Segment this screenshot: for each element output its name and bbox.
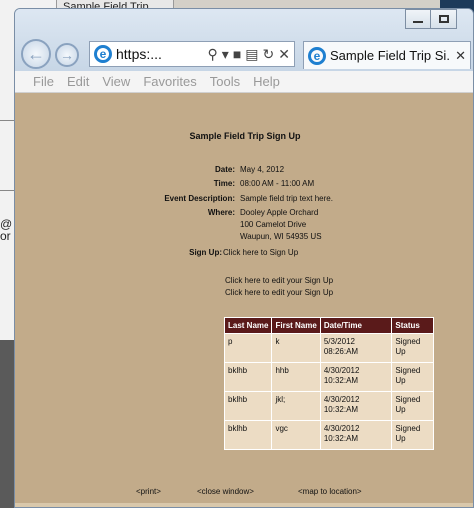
where-line-2: 100 Camelot Drive bbox=[240, 220, 307, 229]
page-bottom-band bbox=[15, 503, 473, 507]
cell-date-time: 5/3/2012 08:26:AM bbox=[319, 333, 393, 363]
date-row: Date: May 4, 2012 bbox=[15, 165, 473, 176]
restore-button[interactable] bbox=[431, 9, 457, 29]
page-title: Sample Field Trip Sign Up bbox=[189, 131, 301, 141]
stop-icon[interactable]: ✕ bbox=[278, 46, 290, 63]
signups-table: Last Name First Name Date/Time Status p … bbox=[223, 317, 434, 450]
dropdown-icon[interactable]: ▾ bbox=[222, 46, 229, 63]
back-button[interactable]: ← bbox=[21, 39, 51, 69]
where-label: Where: bbox=[207, 208, 235, 217]
time-value: 08:00 AM - 11:00 AM bbox=[240, 179, 315, 188]
navigation-bar: ← → e https:... ⚲ ▾ ■ ▤ ↻ ✕ e Sample Fie… bbox=[15, 39, 473, 69]
signup-label: Sign Up: bbox=[189, 248, 222, 257]
table-row: p k 5/3/2012 08:26:AM Signed Up bbox=[223, 333, 434, 363]
cell-first-name: jkl; bbox=[271, 391, 321, 421]
table-row: bklhb vgc 4/30/2012 10:32:AM Signed Up bbox=[223, 420, 434, 450]
table-row: bklhb hhb 4/30/2012 10:32:AM Signed Up bbox=[223, 362, 434, 392]
edit-signup-link[interactable]: Click here to edit your Sign Up bbox=[225, 288, 333, 297]
restore-icon bbox=[438, 15, 449, 23]
forward-arrow-icon: → bbox=[60, 47, 74, 63]
cell-last-name: bklhb bbox=[223, 420, 273, 450]
cell-date-time: 4/30/2012 10:32:AM bbox=[319, 391, 393, 421]
back-arrow-icon: ← bbox=[27, 44, 45, 64]
time-row: Time: 08:00 AM - 11:00 AM bbox=[15, 179, 473, 190]
page-viewport: Sample Field Trip Sign Up Date: May 4, 2… bbox=[15, 93, 473, 507]
table-row: bklhb jkl; 4/30/2012 10:32:AM Signed Up bbox=[223, 391, 434, 421]
cell-first-name: k bbox=[271, 333, 321, 363]
minimize-button[interactable] bbox=[405, 9, 431, 29]
browser-tab[interactable]: e Sample Field Trip Si... ✕ bbox=[303, 41, 471, 69]
ie-logo-icon: e bbox=[94, 45, 112, 63]
column-header-last-name: Last Name bbox=[223, 317, 273, 334]
date-label: Date: bbox=[214, 165, 235, 174]
forward-button[interactable]: → bbox=[55, 43, 79, 67]
ie-logo-icon: e bbox=[308, 46, 326, 65]
where-line-3: Waupun, WI 54935 US bbox=[240, 232, 322, 241]
menu-edit[interactable]: Edit bbox=[67, 74, 89, 89]
background-side-text: @ or bbox=[0, 217, 13, 243]
date-value: May 4, 2012 bbox=[240, 165, 285, 174]
cell-status: Signed Up bbox=[391, 420, 434, 450]
browser-window: ← → e https:... ⚲ ▾ ■ ▤ ↻ ✕ e Sample Fie… bbox=[14, 8, 474, 508]
where-row-3: Waupun, WI 54935 US bbox=[15, 232, 473, 243]
cell-first-name: vgc bbox=[271, 420, 321, 450]
where-row-2: 100 Camelot Drive bbox=[15, 220, 473, 231]
cell-date-time: 4/30/2012 10:32:AM bbox=[319, 420, 393, 450]
map-to-location-link[interactable]: <map to location> bbox=[298, 487, 362, 496]
column-header-date-time: Date/Time bbox=[319, 317, 393, 334]
time-label: Time: bbox=[213, 179, 235, 188]
menu-file[interactable]: File bbox=[33, 74, 54, 89]
minimize-icon bbox=[413, 21, 423, 23]
menu-tools[interactable]: Tools bbox=[210, 74, 240, 89]
menu-view[interactable]: View bbox=[102, 74, 130, 89]
cell-last-name: bklhb bbox=[223, 391, 273, 421]
address-bar[interactable]: e https:... ⚲ ▾ ■ ▤ ↻ ✕ bbox=[89, 41, 295, 67]
tab-title: Sample Field Trip Si... bbox=[330, 48, 452, 63]
lock-icon[interactable]: ■ bbox=[233, 46, 241, 62]
close-tab-icon[interactable]: ✕ bbox=[455, 48, 466, 64]
menu-bar: File Edit View Favorites Tools Help bbox=[15, 71, 473, 93]
cell-last-name: bklhb bbox=[223, 362, 273, 392]
where-row: Where: Dooley Apple Orchard bbox=[15, 208, 473, 219]
table-header-row: Last Name First Name Date/Time Status bbox=[223, 317, 434, 334]
search-icon[interactable]: ⚲ bbox=[208, 46, 218, 63]
column-header-first-name: First Name bbox=[271, 317, 321, 334]
compat-view-icon[interactable]: ▤ bbox=[245, 46, 258, 63]
menu-favorites[interactable]: Favorites bbox=[143, 74, 196, 89]
cell-status: Signed Up bbox=[391, 333, 434, 363]
cell-first-name: hhb bbox=[271, 362, 321, 392]
cell-date-time: 4/30/2012 10:32:AM bbox=[319, 362, 393, 392]
window-controls bbox=[405, 9, 457, 29]
address-url[interactable]: https:... bbox=[116, 46, 204, 62]
signup-link[interactable]: Click here to Sign Up bbox=[223, 248, 298, 257]
description-row: Event Description: Sample field trip tex… bbox=[15, 194, 473, 205]
menu-help[interactable]: Help bbox=[253, 74, 280, 89]
column-header-status: Status bbox=[391, 317, 434, 334]
edit-signup-link[interactable]: Click here to edit your Sign Up bbox=[225, 276, 333, 285]
where-line-1: Dooley Apple Orchard bbox=[240, 208, 319, 217]
cell-last-name: p bbox=[223, 333, 273, 363]
print-link[interactable]: <print> bbox=[136, 487, 161, 496]
close-window-link[interactable]: <close window> bbox=[197, 487, 254, 496]
refresh-icon[interactable]: ↻ bbox=[263, 46, 275, 63]
cell-status: Signed Up bbox=[391, 391, 434, 421]
title-bar: ← → e https:... ⚲ ▾ ■ ▤ ↻ ✕ e Sample Fie… bbox=[15, 9, 473, 71]
description-value: Sample field trip text here. bbox=[240, 194, 333, 203]
page-content: Sample Field Trip Sign Up Date: May 4, 2… bbox=[15, 93, 473, 496]
description-label: Event Description: bbox=[164, 194, 235, 203]
cell-status: Signed Up bbox=[391, 362, 434, 392]
